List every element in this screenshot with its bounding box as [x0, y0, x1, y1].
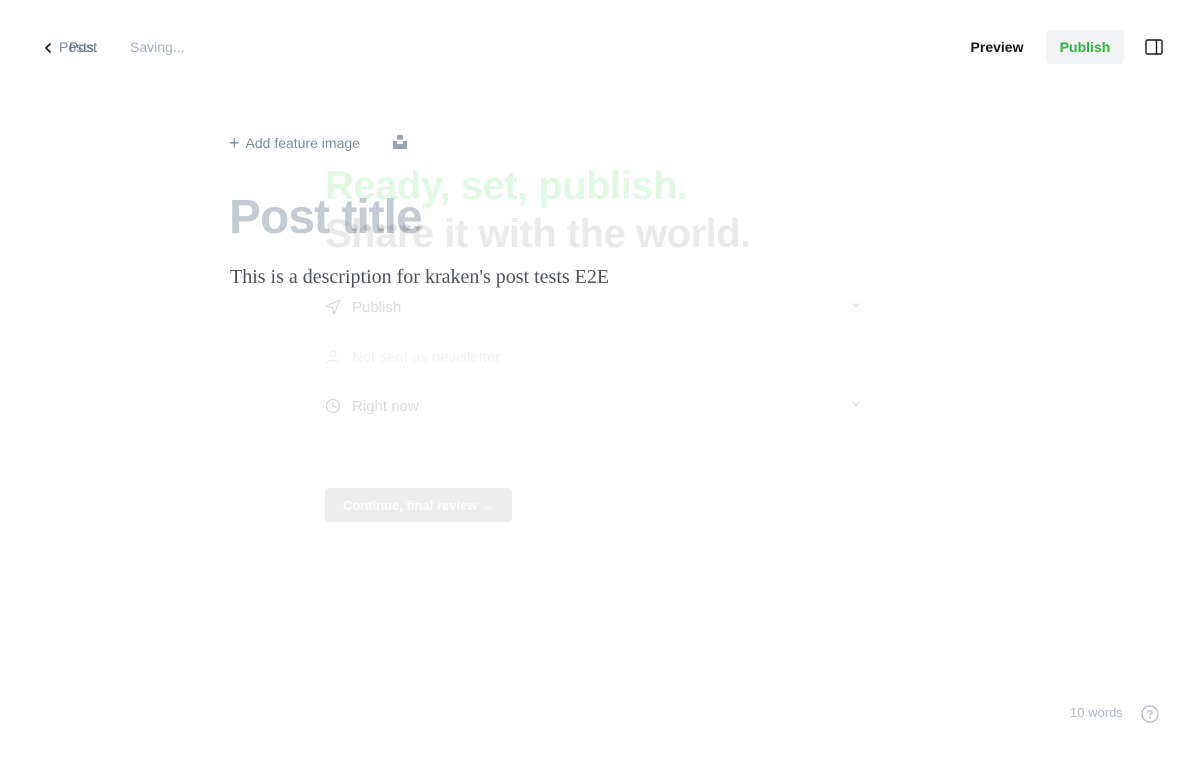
chevron-left-icon	[45, 43, 51, 53]
clock-icon	[325, 398, 341, 414]
publish-type-option[interactable]: Publish	[325, 295, 875, 319]
post-title-input[interactable]: Post title	[229, 190, 423, 245]
back-label-post: Post	[69, 39, 98, 55]
sidebar-toggle-icon[interactable]	[1145, 39, 1163, 55]
publish-button[interactable]: Publish	[1046, 30, 1124, 64]
send-icon	[325, 299, 341, 315]
schedule-label: Right now	[352, 397, 419, 415]
plus-icon: +	[229, 133, 240, 153]
newsletter-option[interactable]: Not sent as newsletter	[325, 345, 875, 369]
unsplash-icon[interactable]	[393, 135, 407, 149]
publish-flow-overlay: Ready, set, publish. Share it with the w…	[0, 0, 1200, 761]
continue-final-review-button[interactable]: Continue, final review →	[325, 488, 512, 522]
chevron-down-icon	[852, 402, 860, 407]
question-circle-icon[interactable]	[1141, 705, 1159, 723]
back-label: Posts Post	[59, 38, 107, 58]
post-excerpt[interactable]: This is a description for kraken's post …	[230, 266, 609, 289]
publish-type-label: Publish	[352, 298, 402, 316]
preview-button[interactable]: Preview	[958, 30, 1036, 64]
add-feature-image-button[interactable]: + Add feature image	[229, 134, 360, 152]
add-feature-image-label: Add feature image	[245, 135, 360, 151]
back-to-posts-link[interactable]: Posts Post	[42, 38, 107, 58]
schedule-option[interactable]: Right now	[325, 394, 875, 418]
chevron-down-icon	[852, 303, 860, 308]
word-count: 10 words	[1070, 705, 1123, 720]
save-status: Saving...	[130, 39, 185, 55]
user-icon	[326, 350, 340, 365]
newsletter-label: Not sent as newsletter	[352, 348, 501, 366]
